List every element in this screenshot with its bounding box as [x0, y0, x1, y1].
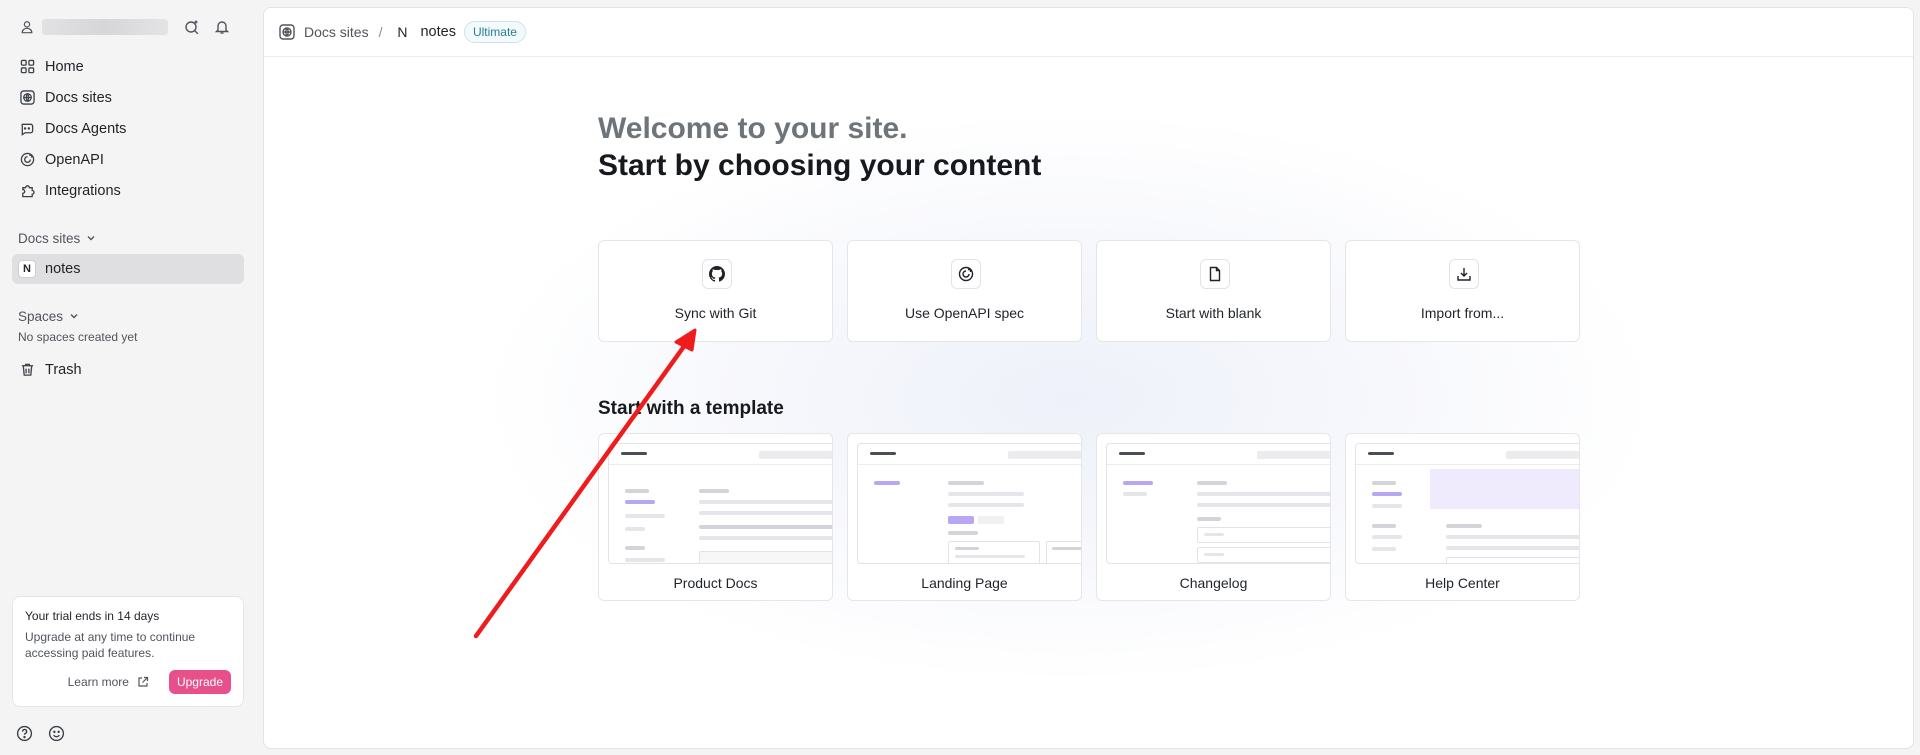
learn-more-label: Learn more — [67, 675, 129, 689]
template-preview — [1355, 443, 1579, 564]
template-product-docs[interactable]: Product Docs — [598, 433, 833, 601]
template-landing-page[interactable]: Landing Page — [847, 433, 1082, 601]
puzzle-icon — [18, 182, 36, 200]
chevron-down-icon — [69, 311, 79, 321]
option-label: Import from... — [1420, 305, 1505, 321]
template-preview — [857, 443, 1081, 564]
breadcrumb-site[interactable]: N notes — [392, 22, 456, 42]
breadcrumb-docs-sites[interactable]: Docs sites — [278, 23, 369, 41]
breadcrumb-separator: / — [378, 24, 383, 40]
person-icon — [18, 18, 36, 36]
openapi-icon — [951, 259, 981, 289]
nav-item-label: Trash — [45, 361, 82, 378]
option-label: Use OpenAPI spec — [904, 305, 1025, 321]
template-help-center[interactable]: Help Center — [1345, 433, 1580, 601]
org-switcher[interactable] — [18, 16, 244, 38]
option-label: Sync with Git — [674, 305, 757, 321]
trial-actions: Learn more Upgrade — [68, 670, 231, 694]
template-heading: Start with a template — [598, 398, 784, 419]
site-label: notes — [45, 261, 81, 277]
nav-item-label: OpenAPI — [45, 151, 104, 168]
no-spaces-text: No spaces created yet — [18, 330, 138, 344]
help-icon[interactable] — [14, 723, 34, 743]
option-start-blank[interactable]: Start with blank — [1096, 240, 1331, 342]
template-changelog[interactable]: Changelog — [1096, 433, 1331, 601]
bell-icon[interactable] — [212, 17, 232, 37]
chevron-down-icon — [86, 233, 96, 243]
primary-nav: Home Docs sites Docs Agents OpenAPI Inte… — [12, 51, 244, 206]
trash-icon — [18, 361, 36, 379]
sidebar-site-notes[interactable]: N notes — [12, 254, 244, 284]
template-preview — [1106, 443, 1330, 564]
smiley-icon[interactable] — [46, 723, 66, 743]
nav-item-label: Integrations — [45, 182, 121, 199]
grid-icon — [18, 58, 36, 76]
docs-sites-section-toggle[interactable]: Docs sites — [18, 229, 96, 247]
nav-item-label: Home — [45, 58, 84, 75]
file-icon — [1200, 259, 1230, 289]
openapi-icon — [18, 151, 36, 169]
option-label: Start with blank — [1165, 305, 1262, 321]
nav-item-integrations[interactable]: Integrations — [12, 175, 244, 206]
download-icon — [1449, 259, 1479, 289]
sidebar-footer — [14, 723, 78, 743]
github-icon — [702, 259, 732, 289]
trial-card: Your trial ends in 14 days Upgrade at an… — [12, 596, 244, 707]
option-sync-git[interactable]: Sync with Git — [598, 240, 833, 342]
globe-icon — [278, 23, 296, 41]
breadcrumb-site-label: notes — [420, 24, 456, 40]
option-openapi-spec[interactable]: Use OpenAPI spec — [847, 240, 1082, 342]
welcome-heading: Welcome to your site. — [598, 112, 908, 145]
section-heading: Docs sites — [18, 230, 81, 246]
breadcrumb-label: Docs sites — [304, 24, 369, 40]
template-label: Help Center — [1425, 575, 1500, 591]
site-badge: N — [18, 260, 36, 278]
template-label: Product Docs — [673, 575, 758, 591]
option-import[interactable]: Import from... — [1345, 240, 1580, 342]
site-badge: N — [397, 24, 408, 40]
learn-more-link[interactable]: Learn more — [68, 675, 149, 689]
nav-item-label: Docs sites — [45, 89, 112, 106]
nav-item-label: Docs Agents — [45, 120, 127, 137]
nav-item-trash[interactable]: Trash — [12, 354, 244, 385]
section-heading: Spaces — [18, 308, 64, 324]
nav-item-docs-agents[interactable]: Docs Agents — [12, 113, 244, 144]
search-sparkle-icon[interactable] — [182, 17, 202, 37]
trial-description: Upgrade at any time to continue accessin… — [25, 630, 196, 660]
template-label: Changelog — [1179, 575, 1248, 591]
nav-item-docs-sites[interactable]: Docs sites — [12, 82, 244, 113]
upgrade-button[interactable]: Upgrade — [168, 670, 231, 694]
sidebar: Home Docs sites Docs Agents OpenAPI Inte… — [0, 0, 262, 755]
nav-item-openapi[interactable]: OpenAPI — [12, 144, 244, 175]
external-link-icon — [137, 676, 149, 688]
welcome-subheading: Start by choosing your content — [598, 149, 1042, 182]
template-label: Landing Page — [921, 575, 1008, 591]
agent-icon — [18, 120, 36, 138]
org-name-redacted — [42, 19, 168, 35]
plan-badge: Ultimate — [463, 21, 526, 43]
template-preview — [608, 443, 832, 564]
nav-item-home[interactable]: Home — [12, 51, 244, 82]
main-panel: Docs sites / N notes Ultimate Welcome to… — [263, 7, 1914, 749]
globe-icon — [18, 89, 36, 107]
breadcrumb: Docs sites / N notes Ultimate — [264, 8, 1913, 57]
spaces-section-toggle[interactable]: Spaces — [18, 307, 79, 325]
trial-title: Your trial ends in 14 days — [25, 609, 160, 623]
